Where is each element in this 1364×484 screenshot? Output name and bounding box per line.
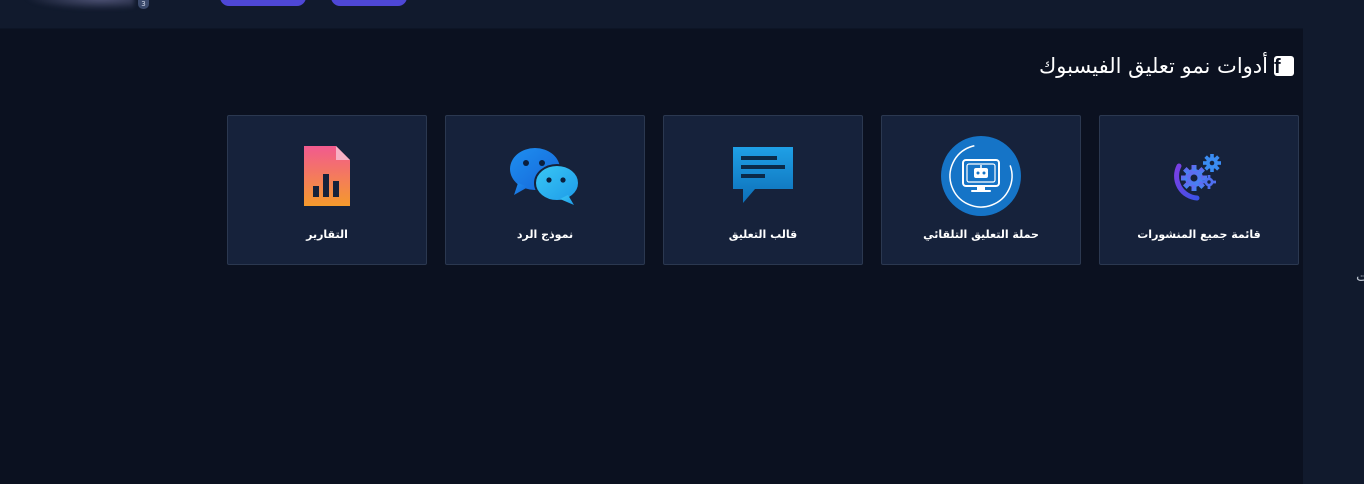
tool-card-label: التقارير <box>306 228 348 241</box>
tools-grid: قائمة جميع المنشورات حملة التعليق التلقا… <box>227 115 1299 265</box>
blurred-user-info[interactable] <box>24 0 134 10</box>
top-action-button-2[interactable] <box>331 0 407 6</box>
tool-card-comment-template[interactable]: قالب التعليق <box>663 115 863 265</box>
side-panel: ت <box>1303 28 1364 484</box>
tool-card-label: قائمة جميع المنشورات <box>1137 228 1261 241</box>
gears-icon <box>1174 154 1221 201</box>
top-bar: 3 <box>0 0 1364 29</box>
comment-template-icon <box>733 147 793 203</box>
tool-card-all-posts[interactable]: قائمة جميع المنشورات <box>1099 115 1299 265</box>
top-action-button-1[interactable] <box>220 0 306 6</box>
page-title-text: أدوات نمو تعليق الفيسبوك <box>1039 54 1268 78</box>
tool-card-label: قالب التعليق <box>728 228 798 241</box>
facebook-icon: f <box>1274 56 1294 76</box>
tool-card-label: حملة التعليق التلقائي <box>923 228 1039 241</box>
tool-card-label: نموذج الرد <box>516 228 574 241</box>
chat-bubbles-icon <box>510 148 580 205</box>
tool-card-auto-comment-campaign[interactable]: حملة التعليق التلقائي <box>881 115 1081 265</box>
robot-icon <box>941 136 1021 216</box>
tool-card-reply-template[interactable]: نموذج الرد <box>445 115 645 265</box>
report-icon <box>304 146 350 206</box>
tool-card-reports[interactable]: التقارير <box>227 115 427 265</box>
notification-badge: 3 <box>138 0 149 9</box>
side-panel-text: ت <box>1356 269 1364 285</box>
page-title: f أدوات نمو تعليق الفيسبوك <box>1039 54 1294 78</box>
